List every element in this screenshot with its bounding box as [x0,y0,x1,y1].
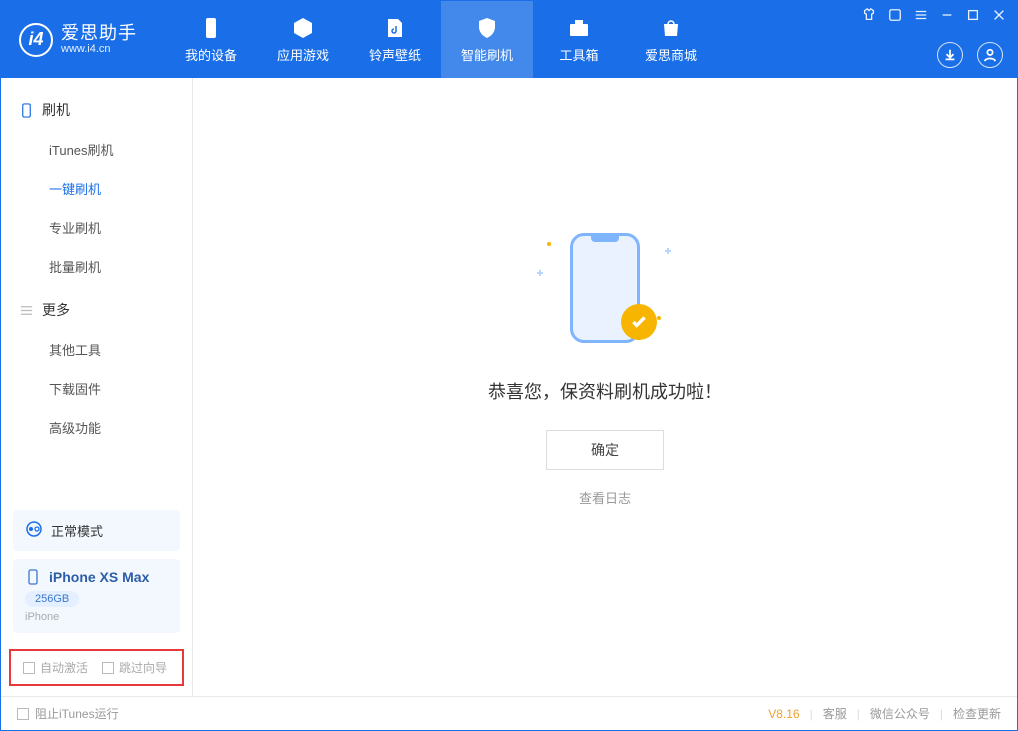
checkbox-icon [23,662,35,674]
app-name: 爱思助手 [61,24,137,44]
wechat-link[interactable]: 微信公众号 [870,705,930,722]
checkbox-label: 阻止iTunes运行 [35,705,119,722]
mode-label: 正常模式 [51,521,103,540]
status-bar: 阻止iTunes运行 V8.16 | 客服 | 微信公众号 | 检查更新 [1,696,1017,730]
app-body: 刷机 iTunes刷机 一键刷机 专业刷机 批量刷机 更多 其他工具 下载固件 … [1,78,1017,696]
minimize-icon[interactable] [939,7,955,23]
app-logo: i4 爱思助手 www.i4.cn [1,23,155,57]
checkbox-label: 自动激活 [40,659,88,676]
toolbox-icon [566,15,592,41]
bag-icon [658,15,684,41]
tab-label: 我的设备 [185,45,237,64]
checkbox-block-itunes[interactable]: 阻止iTunes运行 [17,705,119,722]
tab-label: 铃声壁纸 [369,45,421,64]
app-header: i4 爱思助手 www.i4.cn 我的设备 应用游戏 铃声壁纸 智能刷机 工具… [1,1,1017,78]
tab-toolbox[interactable]: 工具箱 [533,1,625,78]
device-type: iPhone [25,611,168,623]
tab-label: 应用游戏 [277,45,329,64]
options-highlight-box: 自动激活 跳过向导 [9,649,184,686]
feedback-icon[interactable] [887,7,903,23]
check-badge-icon [621,304,657,340]
music-file-icon [382,15,408,41]
success-illustration [535,228,675,358]
section-title: 刷机 [42,100,70,120]
side-nav: 刷机 iTunes刷机 一键刷机 专业刷机 批量刷机 更多 其他工具 下载固件 … [1,78,192,496]
phone-icon [198,15,224,41]
view-log-link[interactable]: 查看日志 [579,488,631,507]
sidebar-item-batch-flash[interactable]: 批量刷机 [1,247,192,286]
decor-spark [665,248,671,254]
decor-dot [547,242,551,246]
mode-icon [25,520,43,541]
sidebar-item-advanced[interactable]: 高级功能 [1,408,192,447]
tab-my-device[interactable]: 我的设备 [165,1,257,78]
section-title: 更多 [42,300,70,320]
download-icon[interactable] [937,42,963,68]
close-icon[interactable] [991,7,1007,23]
phone-small-icon [19,103,34,118]
checkbox-skip-guide[interactable]: 跳过向导 [102,659,167,676]
list-icon [19,303,34,318]
storage-badge: 256GB [25,591,79,607]
sidebar-section-flash: 刷机 [1,86,192,130]
sidebar-section-more: 更多 [1,286,192,330]
menu-icon[interactable] [913,7,929,23]
tab-label: 工具箱 [559,45,598,64]
tab-label: 智能刷机 [461,45,513,64]
footer-right: V8.16 | 客服 | 微信公众号 | 检查更新 [768,705,1001,722]
sidebar-item-other-tools[interactable]: 其他工具 [1,330,192,369]
skin-icon[interactable] [861,7,877,23]
cube-icon [290,15,316,41]
main-content: 恭喜您，保资料刷机成功啦！ 确定 查看日志 [193,78,1017,696]
checkbox-auto-activate[interactable]: 自动激活 [23,659,88,676]
success-message: 恭喜您，保资料刷机成功啦！ [488,378,722,404]
mode-card[interactable]: 正常模式 [13,510,180,551]
logo-text: 爱思助手 www.i4.cn [61,24,137,56]
device-card[interactable]: iPhone XS Max 256GB iPhone [13,559,180,633]
ok-button[interactable]: 确定 [546,430,664,470]
sidebar-item-pro-flash[interactable]: 专业刷机 [1,208,192,247]
checkbox-label: 跳过向导 [119,659,167,676]
sidebar-bottom: 正常模式 iPhone XS Max 256GB iPhone [1,496,192,643]
window-controls [861,7,1007,23]
app-url: www.i4.cn [61,43,137,55]
check-update-link[interactable]: 检查更新 [953,705,1001,722]
checkbox-icon [17,708,29,720]
logo-icon: i4 [19,23,53,57]
header-right-actions [937,42,1003,68]
version-label: V8.16 [768,707,799,721]
decor-spark [537,270,543,276]
shield-sync-icon [474,15,500,41]
device-name: iPhone XS Max [49,569,149,585]
tab-apps[interactable]: 应用游戏 [257,1,349,78]
maximize-icon[interactable] [965,7,981,23]
tab-store[interactable]: 爱思商城 [625,1,717,78]
tab-label: 爱思商城 [645,45,697,64]
device-icon [25,569,41,585]
decor-dot [657,316,661,320]
sidebar-item-oneclick-flash[interactable]: 一键刷机 [1,169,192,208]
checkbox-icon [102,662,114,674]
sidebar: 刷机 iTunes刷机 一键刷机 专业刷机 批量刷机 更多 其他工具 下载固件 … [1,78,193,696]
sidebar-item-itunes-flash[interactable]: iTunes刷机 [1,130,192,169]
tab-ringtones[interactable]: 铃声壁纸 [349,1,441,78]
main-tabs: 我的设备 应用游戏 铃声壁纸 智能刷机 工具箱 爱思商城 [165,1,717,78]
support-link[interactable]: 客服 [823,705,847,722]
user-icon[interactable] [977,42,1003,68]
sidebar-item-download-fw[interactable]: 下载固件 [1,369,192,408]
tab-flash[interactable]: 智能刷机 [441,1,533,78]
